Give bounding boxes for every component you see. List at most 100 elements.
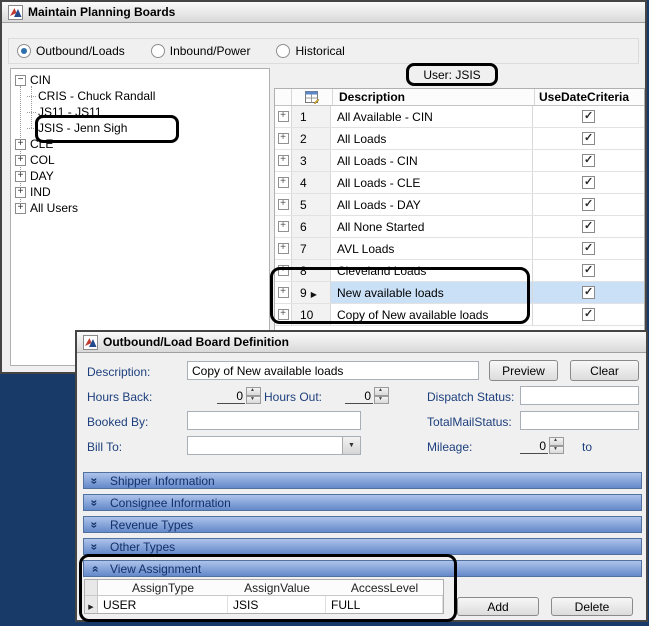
tree-node-cin[interactable]: CIN — [11, 72, 269, 88]
row-expand-icon[interactable] — [278, 265, 289, 276]
description-input[interactable]: Copy of New available loads — [187, 361, 479, 380]
step-up-icon[interactable] — [246, 387, 261, 396]
step-down-icon[interactable] — [374, 396, 389, 405]
radio-outbound-loads[interactable]: Outbound/Loads — [17, 44, 125, 58]
tree-node-cris[interactable]: CRIS - Chuck Randall — [11, 88, 269, 104]
row-expand-icon[interactable] — [278, 177, 289, 188]
hours-out-value[interactable]: 0 — [345, 389, 373, 404]
radio-historical[interactable]: Historical — [276, 44, 344, 58]
use-date-criteria-checkbox[interactable] — [582, 220, 595, 233]
board-row-10[interactable]: 10 Copy of New available loads — [275, 304, 644, 326]
dropdown-arrow-icon[interactable] — [342, 437, 360, 454]
expand-cell — [275, 150, 291, 171]
use-date-criteria-checkbox[interactable] — [582, 154, 595, 167]
grid-properties-icon[interactable] — [305, 90, 319, 104]
row-expand-icon[interactable] — [278, 111, 289, 122]
delete-button[interactable]: Delete — [551, 597, 633, 616]
radio-inbound-power[interactable]: Inbound/Power — [151, 44, 251, 58]
expand-cell — [275, 128, 291, 149]
dispatch-status-input[interactable] — [520, 386, 639, 405]
section-label: Shipper Information — [110, 474, 215, 488]
step-up-icon[interactable] — [549, 437, 564, 446]
assignment-row[interactable]: USER JSIS FULL — [85, 596, 443, 613]
booked-by-input[interactable] — [187, 411, 361, 430]
assign-value-cell[interactable]: JSIS — [228, 596, 326, 613]
expand-icon[interactable] — [15, 139, 26, 150]
col-header-assigntype[interactable]: AssignType — [98, 581, 228, 595]
row-expand-icon[interactable] — [278, 133, 289, 144]
desktop-background: Maintain Planning Boards Outbound/Loads … — [0, 0, 649, 626]
assignment-header-row: AssignType AssignValue AccessLevel — [85, 580, 443, 596]
preview-button[interactable]: Preview — [489, 360, 558, 381]
row-expand-icon[interactable] — [278, 199, 289, 210]
section-shipper-information[interactable]: Shipper Information — [83, 472, 642, 489]
board-row-2[interactable]: 2 All Loads — [275, 128, 644, 150]
expand-icon[interactable] — [15, 203, 26, 214]
board-row-5[interactable]: 5 All Loads - DAY — [275, 194, 644, 216]
mileage-stepper[interactable]: 0 — [520, 436, 564, 454]
collapse-icon[interactable] — [15, 75, 26, 86]
hours-back-stepper[interactable]: 0 — [217, 386, 261, 404]
board-row-8[interactable]: 8 Cleveland Loads — [275, 260, 644, 282]
row-number: 8 — [300, 264, 307, 278]
row-expand-icon[interactable] — [278, 155, 289, 166]
step-down-icon[interactable] — [246, 396, 261, 405]
col-header-assignvalue[interactable]: AssignValue — [228, 581, 326, 595]
radio-button-icon — [17, 44, 31, 58]
row-number-cell: 1 — [291, 106, 331, 127]
dialog-titlebar[interactable]: Outbound/Load Board Definition — [77, 332, 646, 353]
expand-icon[interactable] — [15, 155, 26, 166]
col-header-accesslevel[interactable]: AccessLevel — [326, 581, 443, 595]
section-consignee-information[interactable]: Consignee Information — [83, 494, 642, 511]
use-date-criteria-checkbox[interactable] — [582, 286, 595, 299]
section-other-types[interactable]: Other Types — [83, 538, 642, 555]
main-titlebar[interactable]: Maintain Planning Boards — [2, 2, 645, 23]
mileage-value[interactable]: 0 — [520, 439, 548, 454]
total-mail-status-input[interactable] — [520, 411, 639, 430]
tree-node-jsis[interactable]: JSIS - Jenn Sigh — [11, 120, 269, 136]
step-down-icon[interactable] — [549, 446, 564, 455]
board-row-6[interactable]: 6 All None Started — [275, 216, 644, 238]
section-revenue-types[interactable]: Revenue Types — [83, 516, 642, 533]
board-row-4[interactable]: 4 All Loads - CLE — [275, 172, 644, 194]
assign-type-cell[interactable]: USER — [98, 596, 228, 613]
datecriteria-cell — [533, 172, 644, 193]
expand-cell — [275, 194, 291, 215]
row-expand-icon[interactable] — [278, 243, 289, 254]
tree-node-col[interactable]: COL — [11, 152, 269, 168]
use-date-criteria-checkbox[interactable] — [582, 242, 595, 255]
use-date-criteria-checkbox[interactable] — [582, 264, 595, 277]
row-number: 2 — [300, 132, 307, 146]
col-header-usedatecriteria[interactable]: UseDateCriteria — [535, 89, 644, 105]
clear-button[interactable]: Clear — [570, 360, 639, 381]
board-row-1[interactable]: 1 All Available - CIN — [275, 106, 644, 128]
hours-back-value[interactable]: 0 — [217, 389, 245, 404]
use-date-criteria-checkbox[interactable] — [582, 132, 595, 145]
bill-to-dropdown[interactable] — [187, 436, 361, 455]
hours-out-stepper[interactable]: 0 — [345, 386, 389, 404]
expand-icon[interactable] — [15, 187, 26, 198]
tree-node-cle[interactable]: CLE — [11, 136, 269, 152]
col-header-description[interactable]: Description — [333, 89, 535, 105]
row-expand-icon[interactable] — [278, 309, 289, 320]
board-row-7[interactable]: 7 AVL Loads — [275, 238, 644, 260]
use-date-criteria-checkbox[interactable] — [582, 110, 595, 123]
tree-node-day[interactable]: DAY — [11, 168, 269, 184]
use-date-criteria-checkbox[interactable] — [582, 308, 595, 321]
board-row-3[interactable]: 3 All Loads - CIN — [275, 150, 644, 172]
tree-node-ind[interactable]: IND — [11, 184, 269, 200]
use-date-criteria-checkbox[interactable] — [582, 198, 595, 211]
row-expand-icon[interactable] — [278, 221, 289, 232]
tree-node-label: CIN — [30, 73, 51, 87]
use-date-criteria-checkbox[interactable] — [582, 176, 595, 189]
board-row-9[interactable]: 9 New available loads — [275, 282, 644, 304]
access-level-cell[interactable]: FULL — [326, 596, 443, 613]
tree-node-js11[interactable]: JS11 - JS11 — [11, 104, 269, 120]
section-view-assignment[interactable]: View Assignment — [83, 560, 642, 577]
row-expand-icon[interactable] — [278, 287, 289, 298]
user-tree: CIN CRIS - Chuck Randall JS11 - JS11 JSI… — [10, 68, 270, 366]
step-up-icon[interactable] — [374, 387, 389, 396]
add-button[interactable]: Add — [457, 597, 539, 616]
expand-icon[interactable] — [15, 171, 26, 182]
tree-node-all-users[interactable]: All Users — [11, 200, 269, 216]
